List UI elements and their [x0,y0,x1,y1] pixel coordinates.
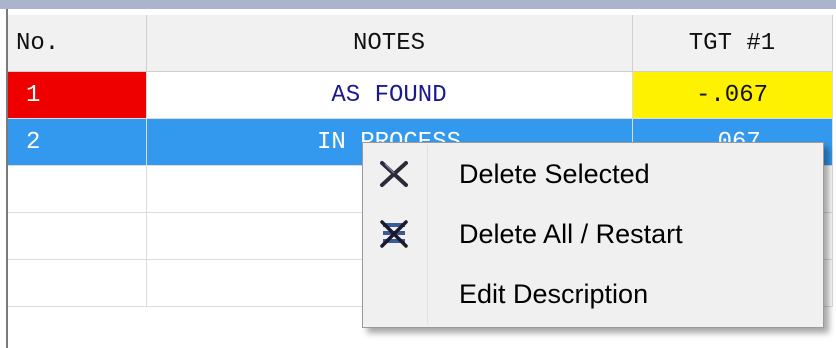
delete-all-icon [379,219,409,249]
column-header-tgt1[interactable]: TGT #1 [632,15,833,72]
menu-item-edit-description[interactable]: Edit Description [363,265,823,325]
tgt1-cell[interactable]: -.067 [632,71,833,119]
notes-cell[interactable]: AS FOUND [146,71,633,119]
column-header-no[interactable]: No. [8,15,147,72]
window-top-border [0,0,836,9]
column-header-notes[interactable]: NOTES [146,15,633,72]
delete-x-icon [379,159,409,189]
row-number-cell[interactable]: 2 [8,118,147,166]
context-menu: Delete Selected Delete All / Restart Edi… [362,142,824,328]
grid-header-row: No. NOTES TGT #1 [8,15,833,72]
menu-item-delete-selected[interactable]: Delete Selected [363,145,823,205]
table-row[interactable]: 1 AS FOUND -.067 [8,71,833,119]
menu-item-label: Delete All / Restart [459,219,683,249]
row-number-cell[interactable] [8,165,147,213]
row-number-cell[interactable] [8,259,147,307]
menu-item-delete-all-restart[interactable]: Delete All / Restart [363,205,823,265]
menu-item-label: Edit Description [459,279,649,309]
row-number-cell[interactable]: 1 [8,71,147,119]
row-number-cell[interactable] [8,212,147,260]
menu-item-label: Delete Selected [459,159,650,189]
